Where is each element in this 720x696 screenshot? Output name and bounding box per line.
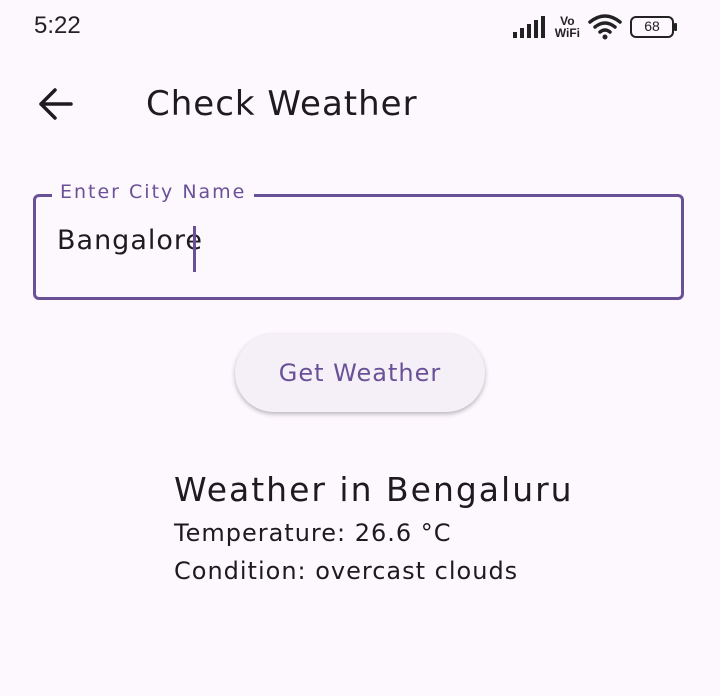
arrow-back-icon [37, 88, 73, 124]
battery-level: 68 [644, 18, 660, 34]
app-bar: Check Weather [0, 72, 720, 138]
page-title: Check Weather [146, 84, 418, 124]
vowifi-icon: Vo WiFi [555, 15, 580, 39]
status-time: 5:22 [34, 12, 81, 39]
condition-text: Condition: overcast clouds [174, 557, 519, 585]
wifi-icon [588, 14, 622, 40]
weather-result: Weather in Bengaluru Temperature: 26.6 °… [174, 470, 574, 595]
back-button[interactable] [30, 82, 80, 130]
get-weather-button[interactable]: Get Weather [235, 334, 485, 412]
city-name-field[interactable]: Enter City Name [33, 181, 684, 300]
city-name-input[interactable] [57, 225, 657, 256]
vowifi-bottom-label: WiFi [554, 26, 580, 40]
signal-icon [512, 16, 547, 38]
city-name-label: Enter City Name [52, 181, 255, 203]
battery-icon: 68 [630, 15, 678, 39]
text-cursor [193, 226, 196, 272]
status-bar: 5:22 Vo WiFi 68 [0, 0, 720, 56]
status-icons: Vo WiFi 68 [512, 14, 678, 40]
temperature-text: Temperature: 26.6 °C [174, 519, 452, 547]
result-title: Weather in Bengaluru [174, 470, 574, 509]
